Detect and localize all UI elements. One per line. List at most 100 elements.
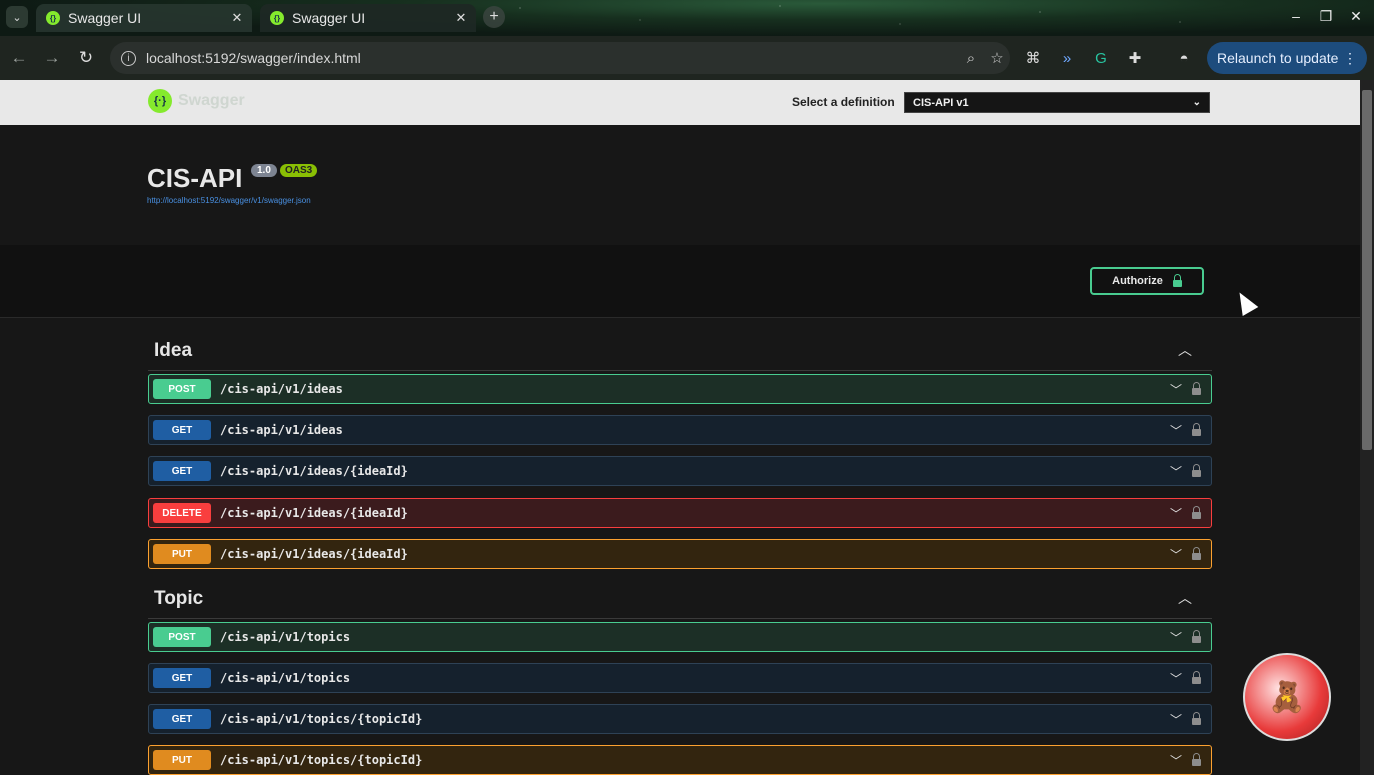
- browser-tab-strip: ⌄ {} Swagger UI ✕ {} Swagger UI ✕ + – ❐ …: [0, 0, 1374, 36]
- method-badge: GET: [153, 709, 211, 729]
- method-badge: GET: [153, 420, 211, 440]
- tag-name: Idea: [154, 340, 193, 361]
- lock-icon[interactable]: [1192, 381, 1201, 395]
- api-info: CIS-API 1.0 OAS3 http://localhost:5192/s…: [0, 125, 1360, 245]
- api-title: CIS-API: [147, 163, 243, 193]
- operation-row[interactable]: GET /cis-api/v1/ideas ﹀: [148, 415, 1212, 445]
- new-tab-button[interactable]: +: [483, 6, 505, 28]
- read-aloud-extension-icon[interactable]: »: [1056, 47, 1078, 69]
- chevron-down-icon[interactable]: ﹀: [1168, 752, 1184, 769]
- lock-icon[interactable]: [1192, 505, 1201, 519]
- browser-tab-2[interactable]: {} Swagger UI ✕: [260, 4, 476, 32]
- swagger-logo-icon: {·}: [148, 89, 172, 113]
- chevron-up-icon[interactable]: ︿: [1178, 340, 1192, 360]
- operation-row[interactable]: GET /cis-api/v1/topics/{topicId} ﹀: [148, 704, 1212, 734]
- swagger-topbar: {·} Swagger Select a definition CIS-API …: [0, 80, 1360, 125]
- definition-selected-value: CIS-API v1: [913, 96, 969, 109]
- operation-row[interactable]: POST /cis-api/v1/topics ﹀: [148, 622, 1212, 652]
- lock-icon[interactable]: [1192, 629, 1201, 643]
- operation-row[interactable]: PUT /cis-api/v1/ideas/{ideaId} ﹀: [148, 539, 1212, 569]
- oas-badge: OAS3: [280, 164, 318, 177]
- zoom-icon[interactable]: ⌕: [958, 50, 984, 67]
- operation-row[interactable]: GET /cis-api/v1/topics ﹀: [148, 663, 1212, 693]
- back-icon[interactable]: ←: [8, 47, 30, 69]
- lock-icon[interactable]: [1192, 422, 1201, 436]
- lock-icon[interactable]: [1192, 670, 1201, 684]
- lock-icon[interactable]: [1192, 463, 1201, 477]
- chevron-down-icon[interactable]: ﹀: [1168, 670, 1184, 687]
- translate-extension-icon[interactable]: ⌘: [1022, 47, 1044, 69]
- forward-icon[interactable]: →: [41, 47, 63, 69]
- swagger-brand: Swagger: [178, 92, 245, 109]
- lock-icon[interactable]: [1192, 752, 1201, 766]
- scrollbar-thumb[interactable]: [1362, 90, 1372, 450]
- definition-select[interactable]: CIS-API v1 ⌄: [904, 92, 1210, 113]
- tag-section-idea[interactable]: Idea ︿: [148, 330, 1212, 371]
- operation-path: /cis-api/v1/topics/{topicId}: [220, 753, 423, 767]
- lock-icon[interactable]: [1192, 711, 1201, 725]
- lock-icon: [1172, 273, 1182, 287]
- more-menu-icon[interactable]: ⋮: [1343, 50, 1357, 67]
- close-window-icon[interactable]: ✕: [1347, 8, 1365, 25]
- method-badge: DELETE: [153, 503, 211, 523]
- relaunch-label: Relaunch to update: [1217, 50, 1339, 66]
- operation-path: /cis-api/v1/ideas/{ideaId}: [220, 464, 408, 478]
- method-badge: POST: [153, 627, 211, 647]
- chevron-down-icon[interactable]: ﹀: [1168, 711, 1184, 728]
- authorize-label: Authorize: [1112, 275, 1163, 287]
- url-text[interactable]: localhost:5192/swagger/index.html: [146, 50, 958, 66]
- chevron-down-icon[interactable]: ﹀: [1168, 629, 1184, 646]
- swagger-logo[interactable]: {·} Swagger: [148, 89, 245, 113]
- chevron-down-icon[interactable]: ﹀: [1168, 505, 1184, 522]
- restore-icon[interactable]: ❐: [1317, 8, 1335, 25]
- method-badge: GET: [153, 668, 211, 688]
- operation-path: /cis-api/v1/ideas/{ideaId}: [220, 506, 408, 520]
- site-info-icon[interactable]: i: [121, 50, 136, 66]
- method-badge: PUT: [153, 750, 211, 770]
- chevron-down-icon[interactable]: ﹀: [1168, 422, 1184, 439]
- reload-icon[interactable]: ↻: [75, 47, 97, 69]
- swagger-favicon-icon: {}: [270, 11, 284, 25]
- grammarly-extension-icon[interactable]: G: [1090, 47, 1112, 69]
- operation-path: /cis-api/v1/ideas: [220, 382, 343, 396]
- bookmark-star-icon[interactable]: ☆: [984, 49, 1010, 67]
- operation-path: /cis-api/v1/ideas/{ideaId}: [220, 547, 408, 561]
- page-scrollbar[interactable]: [1360, 80, 1374, 775]
- operation-path: /cis-api/v1/topics: [220, 630, 351, 644]
- version-badge: 1.0: [251, 164, 277, 177]
- address-bar[interactable]: i localhost:5192/swagger/index.html ⌕ ☆: [110, 42, 1010, 74]
- authorize-button[interactable]: Authorize: [1090, 267, 1204, 295]
- floating-avatar-widget[interactable]: 🧸: [1243, 653, 1331, 741]
- tab-title: Swagger UI: [292, 10, 366, 26]
- scheme-container: Authorize: [0, 245, 1360, 318]
- chevron-down-icon: ⌄: [1192, 97, 1201, 108]
- tag-name: Topic: [154, 588, 204, 609]
- browser-tab-1[interactable]: {} Swagger UI ✕: [36, 4, 252, 32]
- tag-section-topic[interactable]: Topic ︿: [148, 578, 1212, 619]
- profile-avatar-icon[interactable]: ◓: [1173, 47, 1195, 69]
- operation-path: /cis-api/v1/topics/{topicId}: [220, 712, 423, 726]
- chevron-down-icon[interactable]: ﹀: [1168, 463, 1184, 480]
- extensions-puzzle-icon[interactable]: ✚: [1124, 47, 1146, 69]
- method-badge: PUT: [153, 544, 211, 564]
- method-badge: GET: [153, 461, 211, 481]
- close-tab-icon[interactable]: ✕: [452, 10, 470, 26]
- relaunch-to-update-button[interactable]: Relaunch to update ⋮: [1207, 42, 1367, 74]
- operation-path: /cis-api/v1/topics: [220, 671, 351, 685]
- chevron-down-icon[interactable]: ﹀: [1168, 381, 1184, 398]
- operation-path: /cis-api/v1/ideas: [220, 423, 343, 437]
- chevron-up-icon[interactable]: ︿: [1178, 588, 1192, 608]
- operation-row[interactable]: PUT /cis-api/v1/topics/{topicId} ﹀: [148, 745, 1212, 775]
- operation-row[interactable]: GET /cis-api/v1/ideas/{ideaId} ﹀: [148, 456, 1212, 486]
- minimize-icon[interactable]: –: [1287, 8, 1305, 24]
- lock-icon[interactable]: [1192, 546, 1201, 560]
- spec-url-link[interactable]: http://localhost:5192/swagger/v1/swagger…: [147, 196, 311, 205]
- operation-row[interactable]: DELETE /cis-api/v1/ideas/{ideaId} ﹀: [148, 498, 1212, 528]
- operation-row[interactable]: POST /cis-api/v1/ideas ﹀: [148, 374, 1212, 404]
- teddy-bears-icon: 🧸: [1268, 680, 1306, 714]
- close-tab-icon[interactable]: ✕: [228, 10, 246, 26]
- tab-search-button[interactable]: ⌄: [6, 6, 28, 28]
- swagger-favicon-icon: {}: [46, 11, 60, 25]
- method-badge: POST: [153, 379, 211, 399]
- chevron-down-icon[interactable]: ﹀: [1168, 546, 1184, 563]
